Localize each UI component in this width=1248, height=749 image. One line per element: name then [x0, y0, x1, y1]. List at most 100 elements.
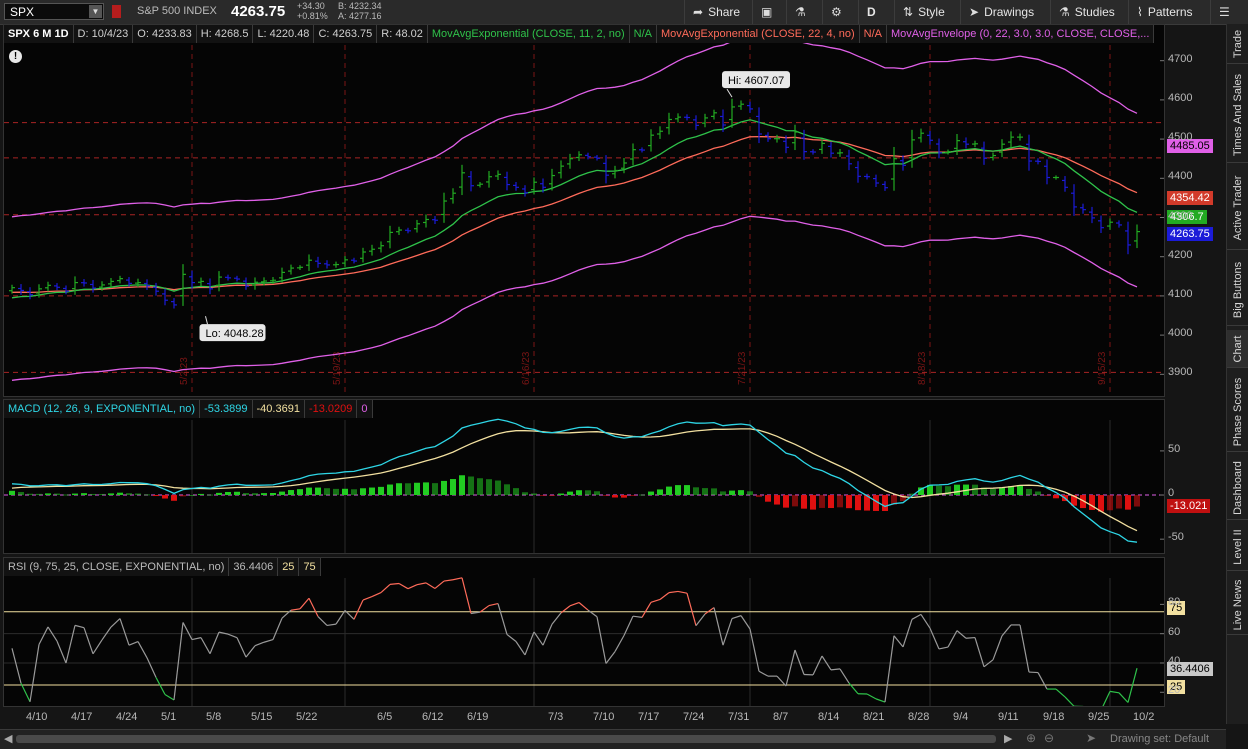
- scroll-left-icon[interactable]: ◀: [4, 732, 12, 745]
- macd-zero: 0: [357, 400, 372, 418]
- month-label: 8/18/23: [917, 351, 928, 385]
- snapshot-button[interactable]: ▣: [752, 0, 786, 24]
- price-chart[interactable]: 5/2/235/19/236/16/237/21/238/18/239/15/2…: [4, 25, 1164, 396]
- macd-histogram-bar: [783, 495, 789, 508]
- pointer-icon[interactable]: ➤: [1086, 731, 1096, 745]
- drawings-button[interactable]: ➤Drawings: [960, 0, 1050, 24]
- macd-title[interactable]: MACD (12, 26, 9, EXPONENTIAL, no): [4, 400, 200, 418]
- ema-slow-label[interactable]: MovAvgExponential (CLOSE, 22, 4, no): [657, 25, 860, 43]
- time-axis-label: 9/4: [953, 711, 968, 723]
- rsi-segment: [237, 638, 246, 657]
- macd-histogram-bar: [1125, 495, 1131, 510]
- macd-histogram-bar: [846, 495, 852, 508]
- drawing-set-label[interactable]: Drawing set: Default: [1110, 733, 1209, 745]
- rsi-segment: [381, 584, 390, 592]
- rsi-segment: [912, 614, 921, 619]
- alert-icon[interactable]: !: [9, 50, 22, 63]
- time-axis-label: 5/8: [206, 711, 221, 723]
- sidebar-tab-big-buttons[interactable]: Big Buttons: [1227, 254, 1248, 326]
- sidebar-tab-level-ii[interactable]: Level II: [1227, 524, 1248, 571]
- rsi-segment: [705, 608, 714, 614]
- bottom-scrollbar[interactable]: ◀ ▶ ⊕ ⊖ ➤ Drawing set: Default: [0, 729, 1226, 749]
- macd-histogram-bar: [486, 479, 492, 495]
- interval-button[interactable]: D: [858, 0, 894, 24]
- macd-histogram-bar: [477, 478, 483, 495]
- zoom-in-icon[interactable]: ⊕: [1026, 731, 1036, 745]
- macd-pane[interactable]: MACD (12, 26, 9, EXPONENTIAL, no)-53.389…: [3, 399, 1165, 554]
- rsi-segment: [246, 646, 255, 657]
- envelope-label[interactable]: MovAvgEnvelope (0, 22, 3.0, 3.0, CLOSE, …: [887, 25, 1154, 43]
- macd-histogram-bar: [729, 491, 735, 495]
- macd-histogram-bar: [648, 492, 654, 495]
- time-axis-label: 9/25: [1088, 711, 1109, 723]
- macd-histogram-bar: [288, 490, 294, 495]
- macd-histogram-bar: [837, 495, 843, 507]
- rsi-segment: [444, 580, 453, 581]
- rsi-segment: [489, 604, 498, 606]
- rsi-pane[interactable]: RSI (9, 75, 25, CLOSE, EXPONENTIAL, no)3…: [3, 557, 1165, 707]
- rsi-segment: [435, 581, 444, 588]
- rsi-segment: [723, 619, 732, 646]
- month-label: 7/21/23: [737, 351, 748, 385]
- macd-histogram-bar: [45, 493, 51, 495]
- macd-histogram-bar: [432, 483, 438, 495]
- sidebar-tab-phase-scores[interactable]: Phase Scores: [1227, 372, 1248, 452]
- scroll-right-icon[interactable]: ▶: [1004, 732, 1012, 745]
- share-button[interactable]: ➦Share: [684, 0, 752, 24]
- macd-histogram-bar: [270, 493, 276, 495]
- sidebar-tab-dashboard[interactable]: Dashboard: [1227, 456, 1248, 520]
- rsi-segment: [120, 619, 129, 646]
- studies-button[interactable]: ⚗Studies: [1050, 0, 1128, 24]
- rsi-segment: [183, 622, 192, 639]
- scroll-thumb[interactable]: [16, 735, 996, 743]
- rsi-segment: [714, 608, 723, 646]
- rsi-segment: [363, 597, 372, 601]
- sidebar-tab-times-and-sales[interactable]: Times And Sales: [1227, 68, 1248, 163]
- macd-histogram-bar: [36, 494, 42, 495]
- price-chart-pane[interactable]: 5/2/235/19/236/16/237/21/238/18/239/15/2…: [3, 24, 1165, 397]
- ema-fast-label[interactable]: MovAvgExponential (CLOSE, 11, 2, no): [428, 25, 630, 43]
- macd-header: MACD (12, 26, 9, EXPONENTIAL, no)-53.389…: [4, 400, 373, 418]
- macd-histogram-bar: [126, 493, 132, 495]
- patterns-button[interactable]: ⌇Patterns: [1128, 0, 1210, 24]
- macd-histogram-bar: [27, 494, 33, 495]
- macd-axis-label: 50: [1168, 443, 1180, 455]
- chevron-down-icon[interactable]: ▼: [89, 5, 102, 18]
- price-axis-label: 4700: [1168, 53, 1192, 65]
- rsi-title[interactable]: RSI (9, 75, 25, CLOSE, EXPONENTIAL, no): [4, 558, 229, 576]
- price-header: SPX 6 M 1DD: 10/4/23O: 4233.83H: 4268.5L…: [4, 25, 1154, 43]
- rsi-segment: [201, 638, 210, 654]
- macd-histogram-bar: [108, 493, 114, 495]
- rsi-segment: [867, 694, 876, 699]
- rsi-segment: [678, 591, 687, 593]
- flag-icon[interactable]: [112, 5, 121, 18]
- rsi-segment: [399, 584, 408, 589]
- menu-button[interactable]: ☰: [1210, 0, 1248, 24]
- macd-histogram-bar: [423, 482, 429, 495]
- settings-button[interactable]: ⚙: [822, 0, 858, 24]
- sidebar-tab-active-trader[interactable]: Active Trader: [1227, 167, 1248, 250]
- macd-histogram-bar: [684, 485, 690, 495]
- macd-chart[interactable]: [4, 400, 1164, 553]
- rsi-chart[interactable]: [4, 558, 1164, 706]
- macd-histogram-bar: [378, 487, 384, 495]
- macd-histogram-bar: [450, 479, 456, 495]
- sidebar-tab-chart[interactable]: Chart: [1227, 330, 1248, 368]
- sidebar-tab-label: Live News: [1232, 579, 1244, 630]
- rsi-segment: [516, 641, 525, 654]
- macd-histogram-bar: [999, 488, 1005, 495]
- sidebar-tab-live-news[interactable]: Live News: [1227, 575, 1248, 635]
- flask-button[interactable]: ⚗: [786, 0, 822, 24]
- macd-histogram-bar: [324, 488, 330, 495]
- rsi-header: RSI (9, 75, 25, CLOSE, EXPONENTIAL, no)3…: [4, 558, 321, 576]
- rsi-segment: [687, 593, 696, 625]
- zoom-out-icon[interactable]: ⊖: [1044, 731, 1054, 745]
- sidebar-tab-trade[interactable]: Trade: [1227, 24, 1248, 64]
- macd-histogram-bar: [1035, 491, 1041, 495]
- symbol-input[interactable]: SPX ▼: [4, 3, 104, 20]
- style-button[interactable]: ⇅Style: [894, 0, 960, 24]
- macd-histogram-bar: [81, 493, 87, 495]
- macd-histogram-bar: [639, 495, 645, 496]
- ema-fast-line: [12, 120, 1137, 298]
- time-axis-label: 7/3: [548, 711, 563, 723]
